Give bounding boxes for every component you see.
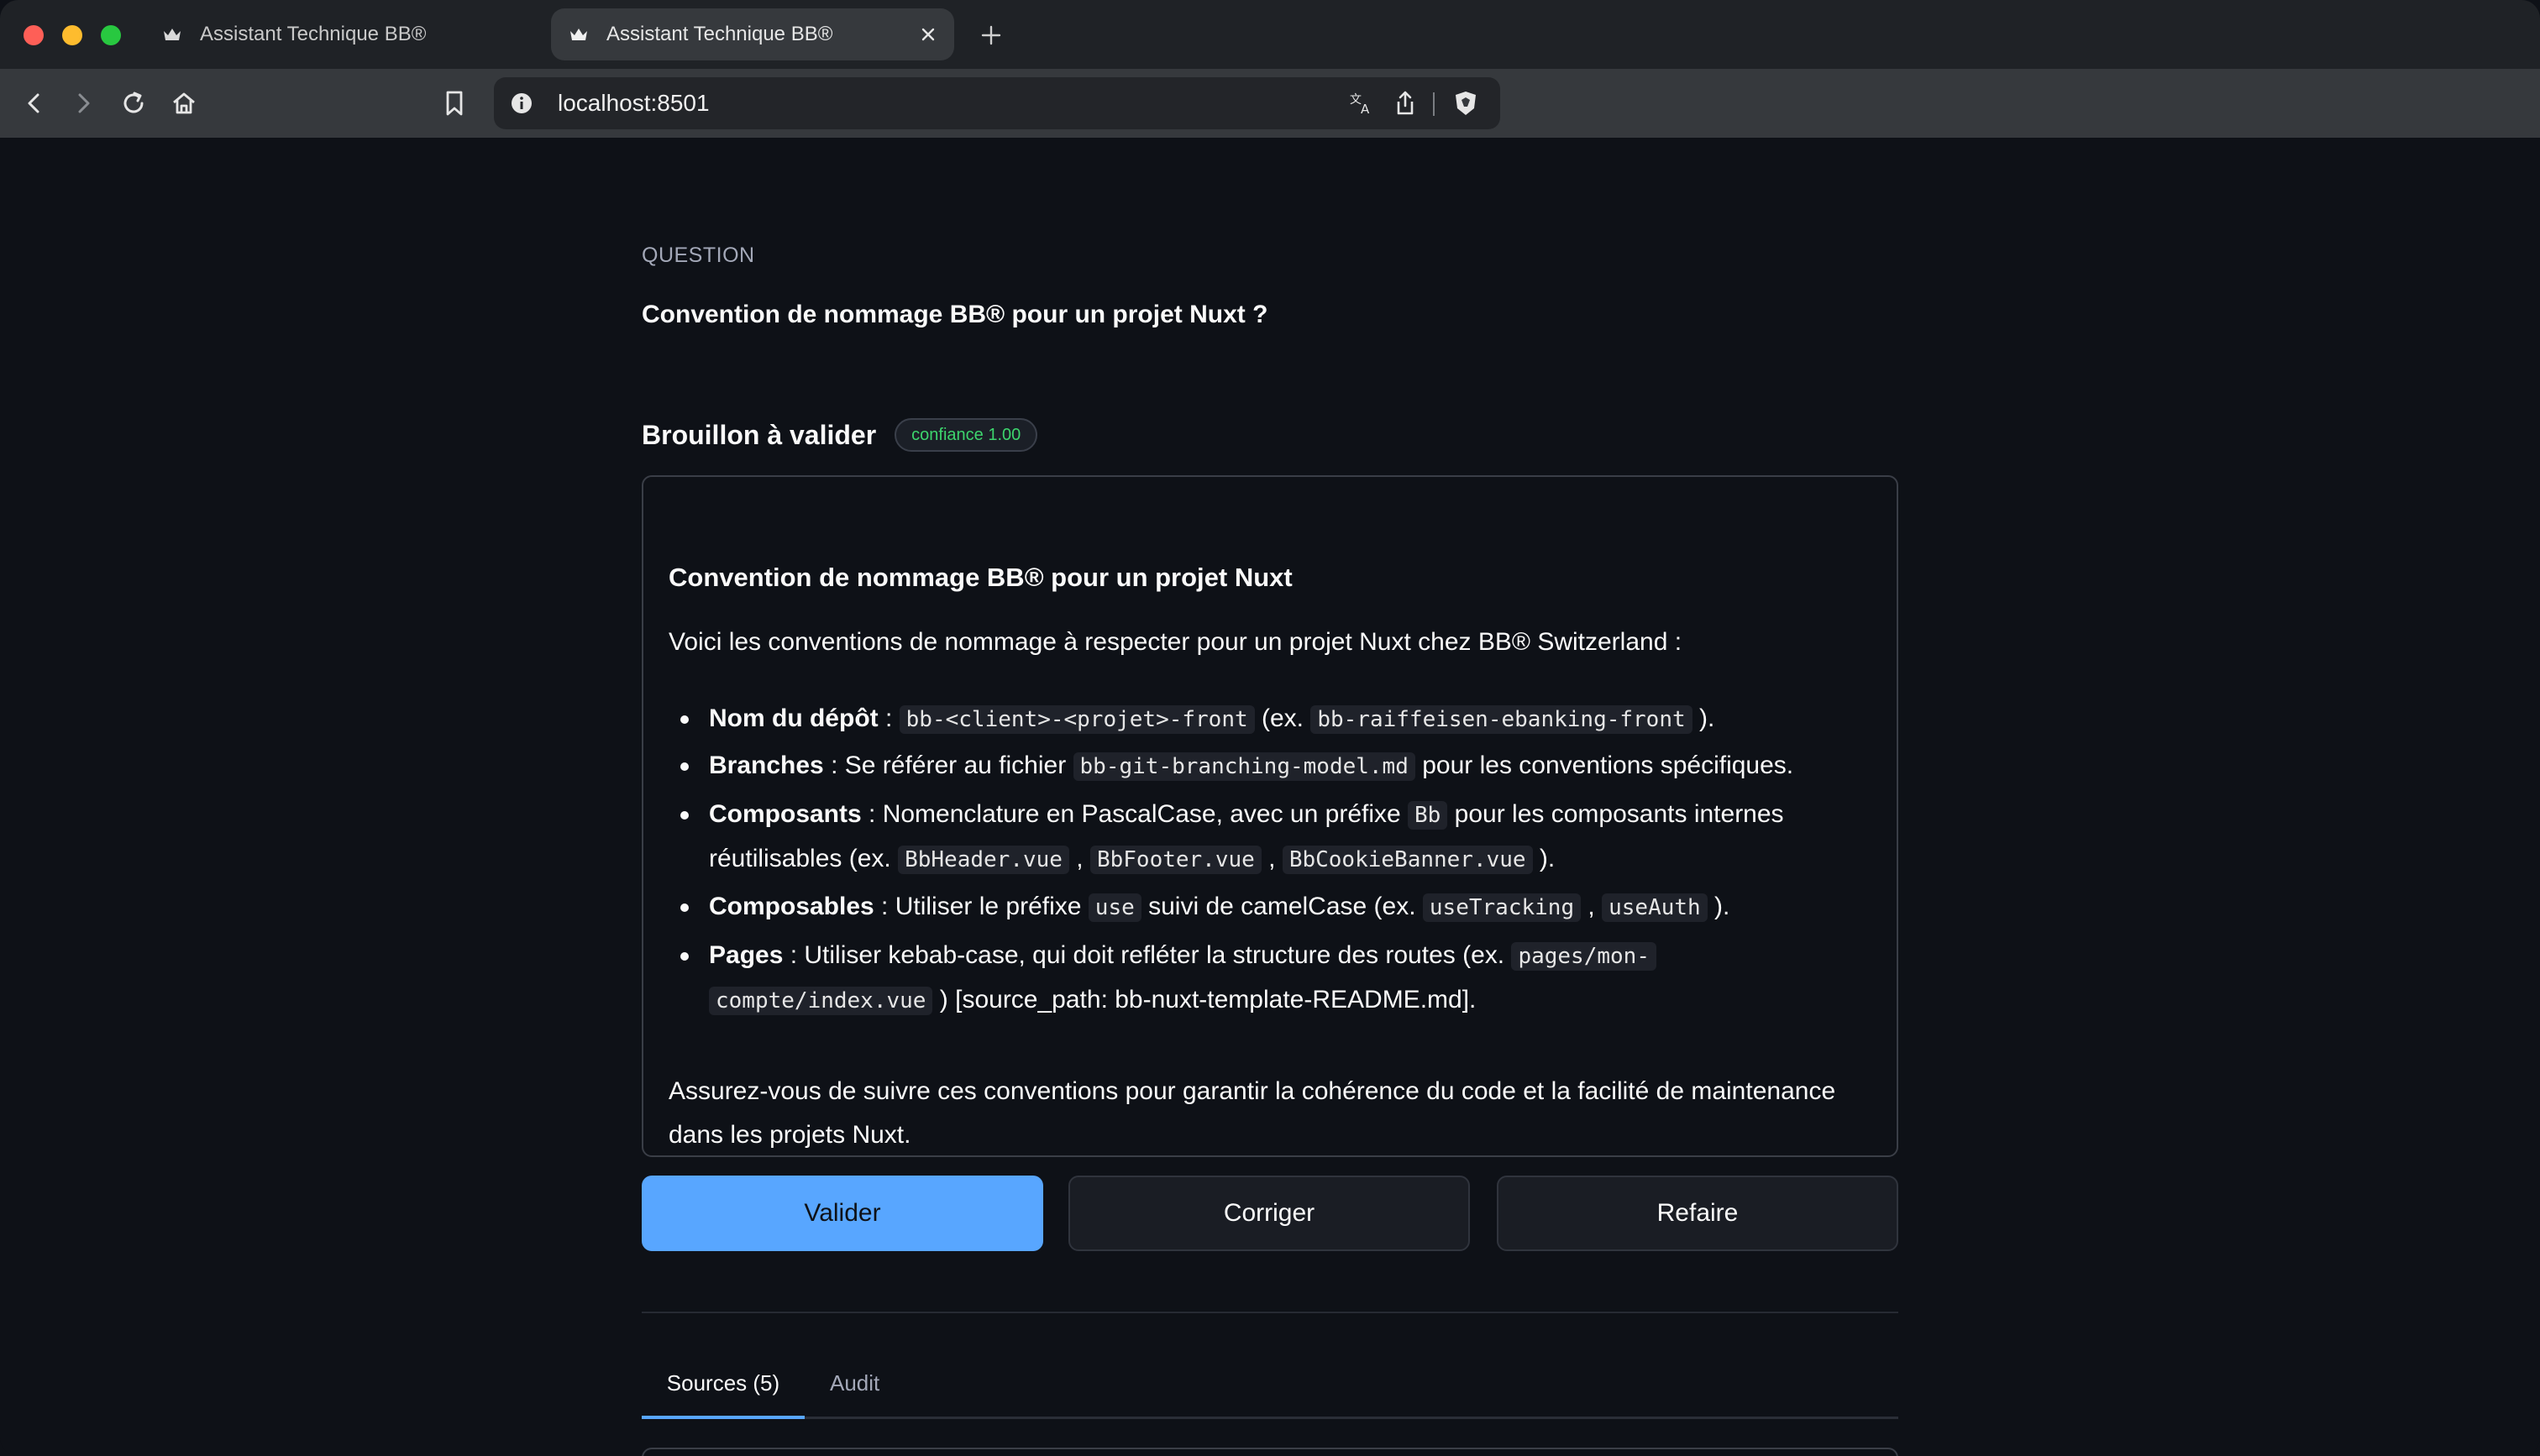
back-arrow-icon[interactable] [15, 84, 54, 123]
translate-icon[interactable]: 文A [1347, 89, 1376, 118]
confidence-badge: confiance 1.00 [895, 418, 1038, 452]
redo-button[interactable]: Refaire [1497, 1176, 1898, 1251]
list-item-pages: Pages : Utiliser kebab-case, qui doit re… [680, 934, 1851, 1023]
section-divider [642, 1312, 1898, 1313]
answer-intro: Voici les conventions de nommage à respe… [669, 628, 1682, 656]
browser-window: Assistant Technique BB® Assistant Techni… [0, 0, 2540, 1456]
tab-title: Assistant Technique BB® [606, 23, 833, 45]
draft-header: Brouillon à valider confiance 1.00 [642, 418, 1038, 452]
list-item-composables: Composables : Utiliser le préfixe use su… [680, 885, 1851, 930]
list-item-depot: Nom du dépôt : bb-<client>-<projet>-fron… [680, 697, 1851, 741]
answer-heading: Convention de nommage BB® pour un projet… [669, 563, 1293, 592]
list-item-composants: Composants : Nomenclature en PascalCase,… [680, 793, 1851, 882]
draft-title: Brouillon à valider [642, 419, 877, 450]
url-text: localhost:8501 [558, 90, 710, 116]
forward-arrow-icon[interactable] [64, 84, 102, 123]
divider [1433, 92, 1435, 116]
tab-bar: Assistant Technique BB® Assistant Techni… [0, 0, 2540, 69]
tab-title: Assistant Technique BB® [200, 23, 427, 45]
browser-toolbar: localhost:8501 文A [0, 69, 2540, 138]
tab-audit[interactable]: Audit [830, 1364, 879, 1419]
question-label: QUESTION [642, 244, 755, 267]
svg-text:文: 文 [1350, 93, 1362, 107]
share-icon[interactable] [1391, 89, 1420, 118]
minimize-window-button[interactable] [62, 25, 82, 45]
sources-panel [642, 1448, 1898, 1456]
close-window-button[interactable] [24, 25, 44, 45]
list-item-branches: Branches : Se référer au fichier bb-git-… [680, 744, 1851, 788]
crown-icon [568, 24, 590, 45]
new-tab-plus-icon[interactable] [976, 20, 1006, 50]
correct-button[interactable]: Corriger [1068, 1176, 1470, 1251]
validate-button[interactable]: Valider [642, 1176, 1043, 1251]
reload-icon[interactable] [114, 84, 153, 123]
site-info-icon[interactable] [509, 91, 534, 116]
brave-shield-icon[interactable] [1451, 89, 1480, 118]
svg-text:A: A [1361, 102, 1370, 117]
answer-outro: Assurez-vous de suivre ces conventions p… [669, 1077, 1836, 1149]
address-bar[interactable]: localhost:8501 文A [494, 77, 1500, 129]
zoom-window-button[interactable] [101, 25, 121, 45]
browser-tab-2[interactable]: Assistant Technique BB® [551, 8, 954, 60]
question-text: Convention de nommage BB® pour un projet… [642, 301, 1268, 328]
panel-tabs: Sources (5) Audit [642, 1364, 1898, 1419]
tab-sources[interactable]: Sources (5) [642, 1364, 805, 1419]
home-icon[interactable] [165, 84, 203, 123]
draft-answer-card: Convention de nommage BB® pour un projet… [642, 475, 1898, 1157]
browser-tab-1[interactable]: Assistant Technique BB® [144, 8, 544, 60]
close-tab-icon[interactable] [916, 22, 941, 47]
crown-icon [161, 24, 183, 45]
bookmark-icon[interactable] [435, 84, 474, 123]
